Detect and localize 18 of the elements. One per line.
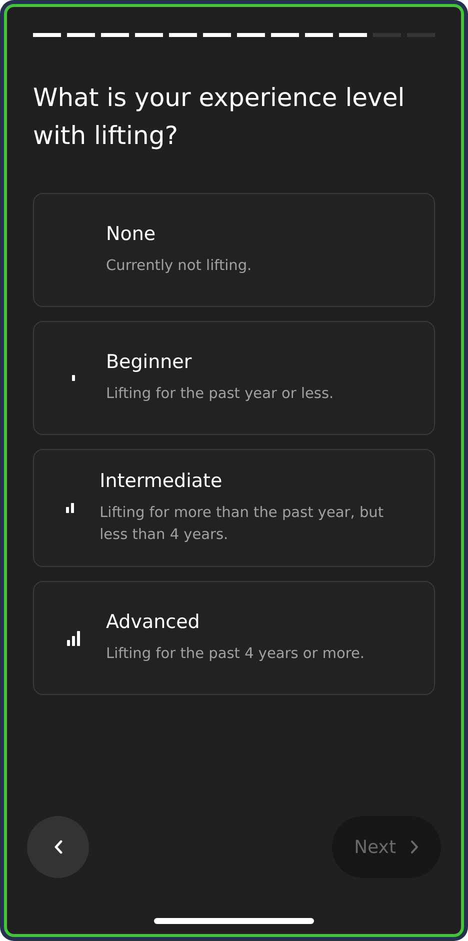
option-description: Lifting for more than the past year, but less than 4 years. [100, 504, 385, 545]
option-title: Advanced [106, 611, 201, 633]
level-bars-icon [66, 503, 74, 513]
level-bars-icon [72, 375, 74, 381]
option-title: Intermediate [100, 470, 224, 492]
question-title: What is your experience level with lifting? [33, 82, 406, 152]
option-card[interactable]: Intermediate Lifting for more than the past year, but less than 4 years. [33, 449, 435, 567]
option-description: Lifting for the past year or less. [106, 385, 334, 404]
option-description: Lifting for the past 4 years or more. [106, 645, 365, 664]
option-card[interactable]: Beginner Lifting for the past year or less. [33, 321, 435, 435]
option-card[interactable]: None Currently not lifting. [33, 193, 435, 307]
chevron-left-icon [54, 840, 62, 854]
option-card[interactable]: Advanced Lifting for the past 4 years or more. [33, 581, 435, 695]
chevron-right-icon [410, 840, 419, 854]
option-title: None [106, 223, 157, 245]
level-bars-icon [66, 630, 80, 646]
option-title: Beginner [106, 351, 193, 373]
option-description: Currently not lifting. [106, 257, 252, 276]
